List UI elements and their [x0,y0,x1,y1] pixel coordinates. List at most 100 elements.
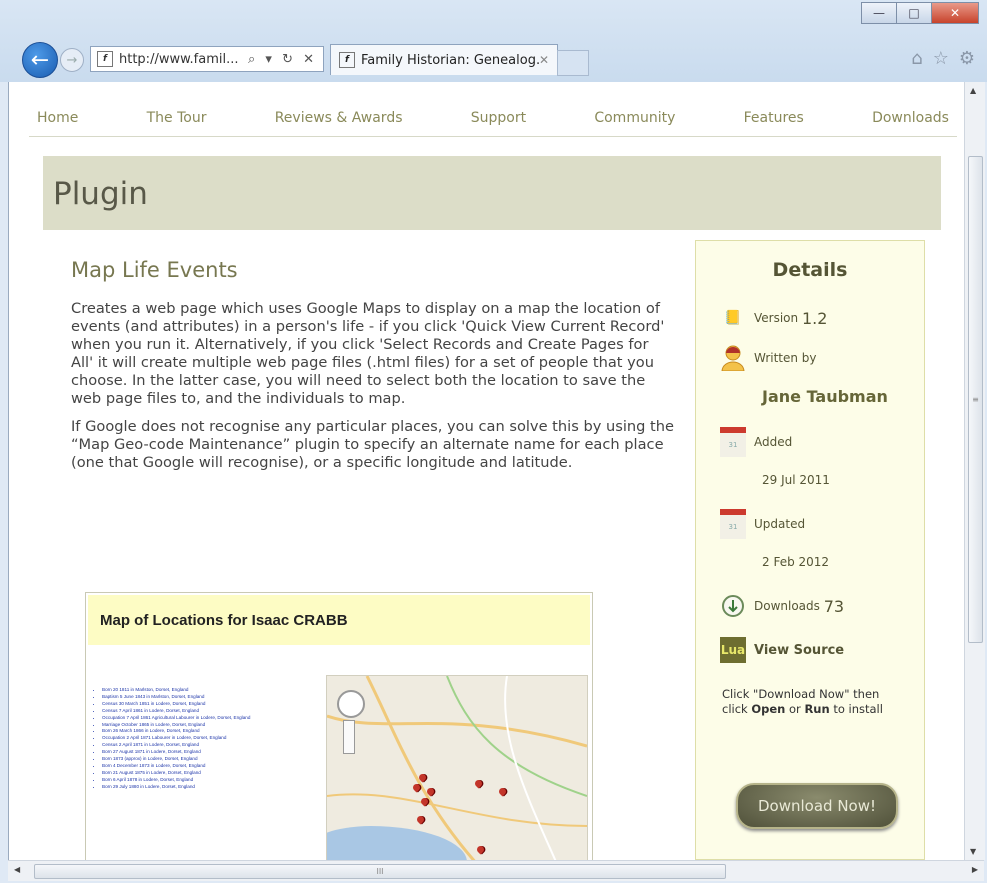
back-button[interactable]: ← [22,42,58,78]
downloads-label: Downloads [754,599,820,613]
scroll-right-icon[interactable]: ▶ [972,865,978,874]
version-value: 1.2 [801,308,828,328]
list-item: Born 26 March 1866 in Lodere, Dorset, En… [102,728,334,735]
browser-tab[interactable]: f Family Historian: Genealog... ✕ [330,44,558,75]
download-icon-graphic [722,595,744,617]
scroll-left-icon[interactable]: ◀ [14,865,20,874]
browser-chrome: — □ ✕ ← → f http://www.famil... ⌕ ▾ ↻ ✕ … [0,0,987,82]
browser-tools: ⌂ ☆ ⚙ [911,48,975,69]
note-open: Open [751,702,786,716]
author-row: Written by [720,345,817,371]
view-source-row[interactable]: Lua View Source [720,637,844,663]
vertical-scrollbar[interactable]: ▲ ≡ ▼ [964,82,985,860]
description-paragraph-1: Creates a web page which uses Google Map… [71,300,665,407]
added-row: 31 Added [720,427,792,457]
updated-label: Updated [754,517,806,531]
plugin-name: Map Life Events [71,258,238,282]
tab-title: Family Historian: Genealog... [361,52,539,68]
nav-the-tour[interactable]: The Tour [139,110,215,136]
download-now-button[interactable]: Download Now! [736,783,898,829]
vertical-scroll-thumb[interactable]: ≡ [968,156,983,643]
calendar-icon: 31 [720,509,746,539]
added-label: Added [754,435,793,449]
list-item: Born 27 August 1871 in Lodere, Dorset, E… [102,749,334,756]
page-header-band: Plugin [43,156,941,230]
horizontal-scroll-thumb[interactable]: III [34,864,726,879]
note-text-2: to install [829,702,883,716]
version-label: Version [754,311,799,325]
user-icon [720,345,746,371]
nav-downloads[interactable]: Downloads [864,110,957,136]
list-item: Born 4 December 1873 in Lodere, Dorset, … [102,763,334,770]
address-controls[interactable]: ⌕ ▾ ↻ ✕ [248,52,323,67]
tab-close-icon[interactable]: ✕ [539,53,557,67]
plugin-description: Creates a web page which uses Google Map… [71,300,675,482]
lua-icon: Lua [720,637,746,663]
list-item: Census 2 April 1871 in Lodere, Dorset, E… [102,742,334,749]
details-panel: Details 📒 Version 1.2 Written by Jane Ta… [695,240,925,860]
scroll-down-icon[interactable]: ▼ [970,847,976,856]
plugin-screenshot: Map of Locations for Isaac CRABB Born 20… [85,592,593,860]
page-title: Plugin [53,176,148,212]
screenshot-title: Map of Locations for Isaac CRABB [100,612,348,629]
close-button[interactable]: ✕ [931,2,979,24]
address-url[interactable]: http://www.famil... [119,52,248,67]
address-bar[interactable]: f http://www.famil... ⌕ ▾ ↻ ✕ [90,46,324,72]
list-item: Occupation 7 April 1861 Agricultural Lab… [102,715,334,722]
forward-button[interactable]: → [60,48,84,72]
list-item: Census 30 March 1851 in Lodere, Dorset, … [102,701,334,708]
user-icon-graphic [721,345,745,371]
favorites-star-icon[interactable]: ☆ [933,48,949,69]
list-item: Census 7 April 1861 in Lodere, Dorset, E… [102,708,334,715]
minimize-button[interactable]: — [861,2,897,24]
screenshot-title-bar: Map of Locations for Isaac CRABB [88,595,590,645]
list-item: Baptism 5 June 1843 in Marlston, Dorset,… [102,694,334,701]
updated-row: 31 Updated [720,509,805,539]
written-by-label: Written by [754,351,817,365]
author-name[interactable]: Jane Taubman [762,387,888,406]
list-item: Born 6 April 1878 in Lodere, Dorset, Eng… [102,777,334,784]
nav-reviews-awards[interactable]: Reviews & Awards [267,110,411,136]
map-image [326,675,588,860]
calendar-icon: 31 [720,427,746,457]
nav-support[interactable]: Support [463,110,534,136]
added-date: 29 Jul 2011 [762,473,830,487]
window-controls: — □ ✕ [861,2,979,24]
forward-arrow-icon: → [66,52,78,68]
list-item: Born 20 1811 in Marlston, Dorset, Englan… [102,687,334,694]
note-run: Run [804,702,830,716]
description-paragraph-2: If Google does not recognise any particu… [71,418,675,471]
book-icon: 📒 [724,310,742,326]
page-viewport: Home The Tour Reviews & Awards Support C… [8,82,965,860]
favicon-icon: f [97,51,113,67]
new-tab-button[interactable] [557,50,589,76]
map-pan-control[interactable] [337,690,365,718]
note-or: or [785,702,805,716]
list-item: Marriage October 1865 in Lodere, Dorset,… [102,722,334,729]
list-item: Born 21 August 1875 in Lodere, Dorset, E… [102,770,334,777]
view-source-link[interactable]: View Source [754,643,844,658]
event-list: Born 20 1811 in Marlston, Dorset, Englan… [92,687,334,791]
horizontal-scrollbar[interactable]: ◀ III ▶ [8,860,984,881]
list-item: Born 29 July 1880 in Lodere, Dorset, Eng… [102,784,334,791]
gear-icon[interactable]: ⚙ [959,48,975,69]
nav-features[interactable]: Features [736,110,812,136]
updated-date: 2 Feb 2012 [762,555,830,569]
nav-community[interactable]: Community [586,110,683,136]
list-item: Occupation 2 April 1871 Labourer in Lode… [102,735,334,742]
maximize-button[interactable]: □ [896,2,932,24]
tab-favicon-icon: f [339,52,355,68]
site-nav: Home The Tour Reviews & Awards Support C… [29,110,957,137]
version-row: 📒 Version 1.2 [720,305,827,331]
nav-home[interactable]: Home [29,110,86,136]
back-arrow-icon: ← [30,47,50,73]
details-heading: Details [772,259,848,281]
home-icon[interactable]: ⌂ [911,48,922,69]
install-note: Click "Download Now" then click Open or … [722,687,902,717]
scroll-up-icon[interactable]: ▲ [970,86,976,95]
downloads-row: Downloads 73 [720,593,844,619]
list-item: Born 1873 (approx) in Lodere, Dorset, En… [102,756,334,763]
download-icon [720,593,746,619]
downloads-count: 73 [823,596,845,616]
map-zoom-control[interactable] [343,720,355,754]
